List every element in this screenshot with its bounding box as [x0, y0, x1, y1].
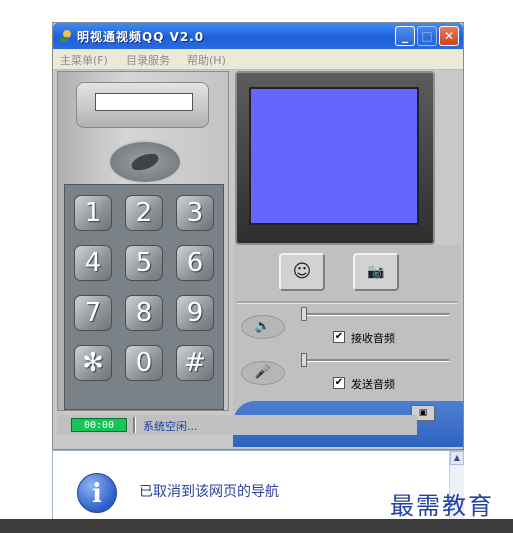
- close-button[interactable]: ✕: [439, 26, 459, 46]
- app-window: 明视通视频QQ V2.0 _ □ ✕ 主菜单(F) 目录服务 帮助(H) 1 2…: [52, 22, 464, 450]
- camera-icon: 📷: [367, 264, 385, 280]
- receive-audio-label: 接收音频: [351, 332, 395, 345]
- key-6[interactable]: 6: [176, 245, 214, 281]
- divider: [237, 301, 457, 304]
- snapshot-button[interactable]: 📷: [353, 253, 399, 291]
- speaker-icon: 🔈: [254, 319, 272, 334]
- key-5[interactable]: 5: [125, 245, 163, 281]
- key-8[interactable]: 8: [125, 295, 163, 331]
- handset-icon: [131, 153, 159, 171]
- minimize-button[interactable]: _: [395, 26, 415, 46]
- emoticon-button[interactable]: ☺: [279, 253, 325, 291]
- navigation-cancelled-message: 已取消到该网页的导航: [139, 484, 279, 500]
- watermark-text: 最需教育: [390, 492, 494, 520]
- status-divider: [133, 417, 136, 433]
- control-panel: ☺ 📷 🔈 ✔ 接收音频 🎤 ✔ 发送音频: [233, 245, 461, 411]
- window-title: 明视通视频QQ V2.0: [77, 30, 205, 44]
- menu-bar: 主菜单(F) 目录服务 帮助(H): [53, 49, 463, 70]
- dial-logo-button[interactable]: [108, 140, 182, 184]
- status-bar: 00:00 系统空闲...: [57, 415, 417, 435]
- scroll-up-button[interactable]: ▲: [450, 451, 464, 465]
- send-volume-track[interactable]: [301, 359, 449, 362]
- keypad: 1 2 3 4 5 6 7 8 9 ✻ 0 #: [64, 184, 224, 410]
- key-star[interactable]: ✻: [74, 345, 112, 381]
- key-2[interactable]: 2: [125, 195, 163, 231]
- key-7[interactable]: 7: [74, 295, 112, 331]
- menu-help[interactable]: 帮助(H): [187, 52, 226, 68]
- speaker-volume-icon[interactable]: 🔈: [241, 315, 285, 339]
- number-display[interactable]: [95, 93, 193, 111]
- menu-directory-service[interactable]: 目录服务: [126, 52, 170, 68]
- smile-icon: ☺: [292, 261, 312, 282]
- key-3[interactable]: 3: [176, 195, 214, 231]
- video-screen: [249, 87, 419, 225]
- key-0[interactable]: 0: [125, 345, 163, 381]
- receive-volume-thumb[interactable]: [301, 307, 307, 321]
- maximize-button[interactable]: □: [417, 26, 437, 46]
- number-display-bezel: [76, 82, 209, 128]
- send-audio-checkbox[interactable]: ✔: [333, 377, 345, 389]
- app-icon: [60, 30, 71, 42]
- video-frame: [235, 71, 435, 245]
- send-audio-label: 发送音频: [351, 378, 395, 391]
- key-1[interactable]: 1: [74, 195, 112, 231]
- call-timer: 00:00: [71, 418, 127, 432]
- mic-volume-icon[interactable]: 🎤: [241, 361, 285, 385]
- microphone-icon: 🎤: [254, 365, 272, 380]
- title-bar[interactable]: 明视通视频QQ V2.0 _ □ ✕: [53, 23, 463, 49]
- status-text: 系统空闲...: [143, 420, 198, 433]
- info-icon: i: [77, 473, 117, 513]
- send-volume-thumb[interactable]: [301, 353, 307, 367]
- dial-panel: 1 2 3 4 5 6 7 8 9 ✻ 0 #: [57, 71, 229, 411]
- key-9[interactable]: 9: [176, 295, 214, 331]
- key-4[interactable]: 4: [74, 245, 112, 281]
- taskbar-strip: [0, 519, 513, 533]
- key-hash[interactable]: #: [176, 345, 214, 381]
- receive-audio-checkbox[interactable]: ✔: [333, 331, 345, 343]
- menu-main[interactable]: 主菜单(F): [60, 52, 108, 68]
- receive-volume-track[interactable]: [301, 313, 449, 316]
